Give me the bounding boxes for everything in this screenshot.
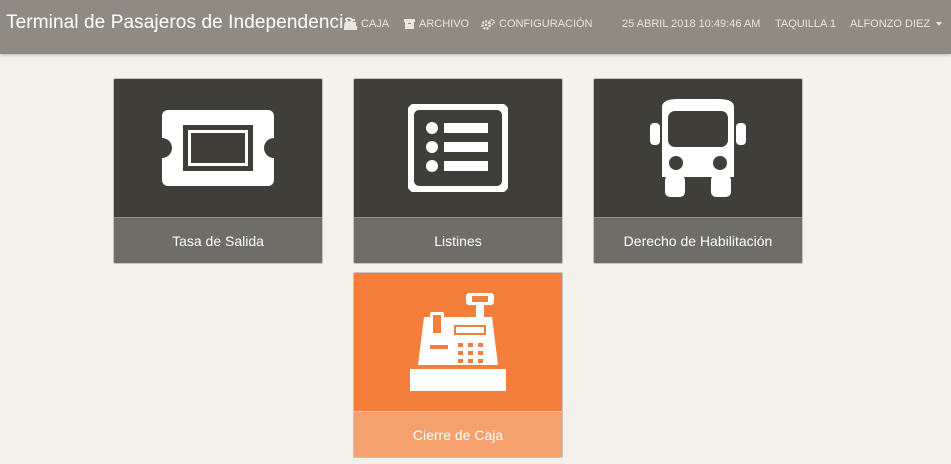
tile-label: Listines [354,217,562,263]
top-navbar: Terminal de Pasajeros de Independencia C… [0,0,951,54]
tile-icon-area [594,79,802,217]
tile-cierre-de-caja[interactable]: Cierre de Caja [353,272,563,458]
bus-icon [650,99,746,197]
menu-configuracion-label: CONFIGURACIÓN [499,18,593,30]
tile-icon-area [354,273,562,411]
tile-icon-area [114,79,322,217]
app-brand[interactable]: Terminal de Pasajeros de Independencia [6,12,354,34]
list-icon [408,104,508,192]
tile-label: Cierre de Caja [354,411,562,457]
datetime-display: 25 ABRIL 2018 10:49:46 AM [622,18,761,30]
tile-label: Derecho de Habilitación [594,217,802,263]
menu-archivo[interactable]: ARCHIVO [404,17,469,31]
menu-caja[interactable]: CAJA [344,17,389,31]
caret-down-icon [936,22,943,27]
menu-caja-label: CAJA [361,18,390,30]
cash-register-icon [344,18,357,30]
archive-box-icon [404,19,415,29]
station-label: TAQUILLA 1 [775,18,836,30]
gears-icon [481,18,495,30]
tile-icon-area [354,79,562,217]
tile-derecho-de-habilitacion[interactable]: Derecho de Habilitación [593,78,803,264]
tile-listines[interactable]: Listines [353,78,563,264]
user-menu[interactable]: ALFONZO DIEZ [850,17,943,31]
user-name: ALFONZO DIEZ [850,18,931,30]
menu-configuracion[interactable]: CONFIGURACIÓN [481,17,593,31]
menu-archivo-label: ARCHIVO [419,18,470,30]
ticket-icon [162,110,274,186]
tile-label: Tasa de Salida [114,217,322,263]
cash-register-icon [410,293,506,391]
tile-tasa-de-salida[interactable]: Tasa de Salida [113,78,323,264]
